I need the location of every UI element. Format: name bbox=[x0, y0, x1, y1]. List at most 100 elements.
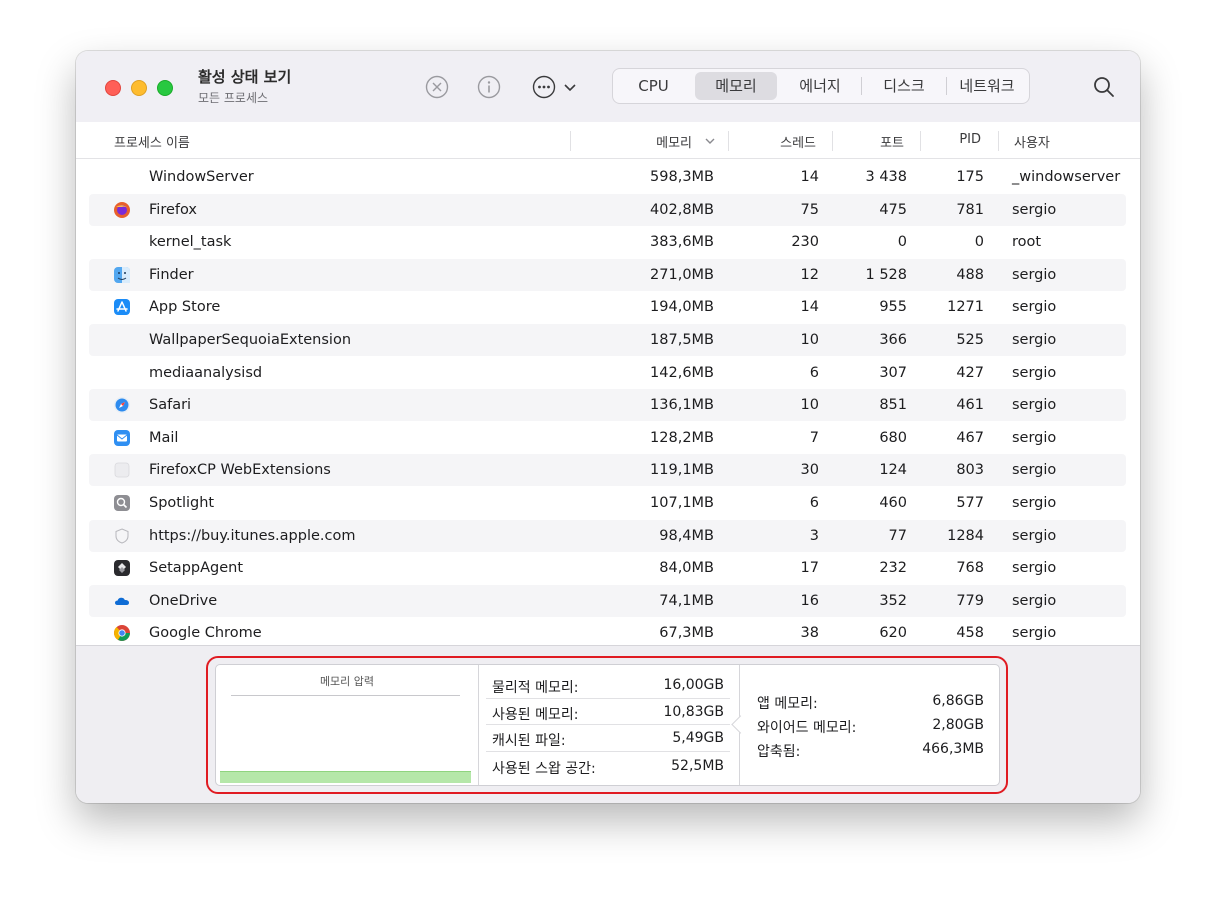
process-pid: 768 bbox=[956, 560, 984, 577]
memory-pressure-axis bbox=[231, 695, 460, 696]
tab-energy[interactable]: 에너지 bbox=[779, 72, 861, 100]
onedrive-icon bbox=[113, 592, 131, 610]
swap-used-label: 사용된 스왑 공간: bbox=[492, 761, 596, 777]
process-name: kernel_task bbox=[149, 234, 232, 251]
process-threads: 14 bbox=[800, 299, 819, 316]
process-row[interactable]: kernel_task 383,6MB 230 0 0 root bbox=[89, 226, 1126, 258]
stop-process-button[interactable] bbox=[424, 74, 450, 100]
physical-memory-label: 물리적 메모리: bbox=[492, 680, 579, 696]
process-pid: 525 bbox=[956, 332, 984, 348]
process-row[interactable]: Mail 128,2MB 7 680 467 sergio bbox=[89, 422, 1126, 454]
process-table: WindowServer 598,3MB 14 3 438 175 _windowserv… bbox=[76, 159, 1140, 645]
process-pid: 779 bbox=[956, 592, 984, 609]
process-row[interactable]: Spotlight 107,1MB 6 460 577 sergio bbox=[89, 487, 1126, 519]
process-row[interactable]: App Store 194,0MB 14 955 1271 sergio bbox=[89, 291, 1126, 323]
column-header-name[interactable]: 프로세스 이름 bbox=[114, 132, 190, 151]
tab-disk[interactable]: 디스크 bbox=[862, 72, 946, 100]
process-row[interactable]: https://buy.itunes.apple.com 98,4MB 3 77 128… bbox=[89, 519, 1126, 552]
stat-separator bbox=[486, 751, 730, 752]
search-button[interactable] bbox=[1092, 75, 1116, 99]
process-threads: 75 bbox=[800, 201, 819, 218]
column-divider bbox=[920, 131, 921, 151]
process-row[interactable]: Google Chrome 67,3MB 38 620 458 sergio bbox=[89, 617, 1126, 645]
process-ports: 0 bbox=[897, 234, 907, 251]
process-memory: 383,6MB bbox=[650, 234, 714, 251]
process-row[interactable]: WindowServer 598,3MB 14 3 438 175 _windowserv… bbox=[89, 161, 1126, 193]
used-memory-label: 사용된 메모리: bbox=[492, 707, 579, 723]
process-memory: 84,0MB bbox=[659, 560, 714, 577]
process-user: sergio bbox=[1012, 332, 1057, 348]
more-options-button[interactable] bbox=[531, 74, 581, 100]
process-pid: 458 bbox=[956, 625, 984, 642]
zoom-window-button[interactable] bbox=[157, 80, 173, 96]
info-button[interactable] bbox=[476, 74, 502, 100]
tab-network[interactable]: 네트워크 bbox=[947, 72, 1027, 100]
process-pid: 488 bbox=[956, 266, 984, 283]
process-ports: 475 bbox=[879, 201, 907, 218]
column-header-threads[interactable]: 스레드 bbox=[756, 132, 816, 151]
process-row[interactable]: SetappAgent 84,0MB 17 232 768 sergio bbox=[89, 552, 1126, 584]
column-header-pid[interactable]: PID bbox=[936, 132, 981, 147]
minimize-window-button[interactable] bbox=[131, 80, 147, 96]
compressed-label: 압축됨: bbox=[757, 744, 801, 760]
process-memory: 74,1MB bbox=[659, 592, 714, 609]
process-user: root bbox=[1012, 234, 1042, 251]
more-options-icon bbox=[532, 75, 556, 99]
memory-summary-area: 메모리 압력 물리적 메모리: 16,00GB 사용된 메모리: 10,83GB… bbox=[76, 645, 1140, 803]
memory-pressure-graph bbox=[220, 771, 471, 783]
process-row[interactable]: OneDrive 74,1MB 16 352 779 sergio bbox=[89, 584, 1126, 617]
process-threads: 3 bbox=[809, 527, 819, 544]
column-divider bbox=[728, 131, 729, 151]
process-name: Mail bbox=[149, 429, 179, 446]
process-user: sergio bbox=[1012, 299, 1057, 316]
process-row[interactable]: FirefoxCP WebExtensions 119,1MB 30 124 803 se… bbox=[89, 454, 1126, 487]
process-ports: 460 bbox=[879, 495, 907, 511]
process-ports: 124 bbox=[879, 462, 907, 479]
process-name: Safari bbox=[149, 397, 192, 414]
swap-used-value: 52,5MB bbox=[671, 758, 724, 774]
process-name: https://buy.itunes.apple.com bbox=[149, 527, 356, 544]
process-name: FirefoxCP WebExtensions bbox=[149, 462, 331, 479]
chrome-icon bbox=[113, 624, 131, 642]
process-row[interactable]: Finder 271,0MB 12 1 528 488 sergio bbox=[89, 258, 1126, 291]
process-memory: 107,1MB bbox=[650, 495, 714, 511]
process-threads: 17 bbox=[800, 560, 819, 577]
process-user: sergio bbox=[1012, 429, 1057, 446]
finder-icon bbox=[113, 266, 131, 284]
process-user: sergio bbox=[1012, 364, 1057, 381]
process-memory: 598,3MB bbox=[650, 169, 714, 185]
process-ports: 680 bbox=[879, 429, 907, 446]
process-row[interactable]: Firefox 402,8MB 75 475 781 sergio bbox=[89, 193, 1126, 226]
process-pid: 1284 bbox=[947, 527, 984, 544]
cached-files-value: 5,49GB bbox=[672, 730, 724, 746]
process-pid: 781 bbox=[956, 201, 984, 218]
tab-cpu[interactable]: CPU bbox=[616, 72, 691, 100]
process-name: WindowServer bbox=[149, 169, 254, 185]
shield-icon bbox=[113, 527, 131, 545]
panel-divider bbox=[478, 665, 479, 785]
setapp-icon bbox=[113, 559, 131, 577]
process-ports: 307 bbox=[879, 364, 907, 381]
tab-memory[interactable]: 메모리 bbox=[695, 72, 777, 100]
app-store-icon bbox=[113, 298, 131, 316]
process-threads: 38 bbox=[800, 625, 819, 642]
process-threads: 230 bbox=[791, 234, 819, 251]
spotlight-icon bbox=[113, 494, 131, 512]
process-row[interactable]: mediaanalysisd 142,6MB 6 307 427 sergio bbox=[89, 357, 1126, 389]
process-user: sergio bbox=[1012, 397, 1057, 414]
process-memory: 402,8MB bbox=[650, 201, 714, 218]
process-row[interactable]: Safari 136,1MB 10 851 461 sergio bbox=[89, 389, 1126, 422]
view-tabs: CPU 메모리 에너지 디스크 네트워크 bbox=[612, 68, 1030, 104]
process-ports: 232 bbox=[879, 560, 907, 577]
process-threads: 30 bbox=[800, 462, 819, 479]
close-window-button[interactable] bbox=[105, 80, 121, 96]
column-header-user[interactable]: 사용자 bbox=[1014, 132, 1050, 151]
process-memory: 271,0MB bbox=[650, 266, 714, 283]
process-user: sergio bbox=[1012, 266, 1057, 283]
process-user: sergio bbox=[1012, 560, 1057, 577]
process-pid: 803 bbox=[956, 462, 984, 479]
process-row[interactable]: WallpaperSequoiaExtension 187,5MB 10 366 525… bbox=[89, 324, 1126, 356]
column-header-ports[interactable]: 포트 bbox=[846, 132, 904, 151]
column-header-memory[interactable]: 메모리 bbox=[636, 132, 692, 151]
process-threads: 10 bbox=[800, 332, 819, 348]
